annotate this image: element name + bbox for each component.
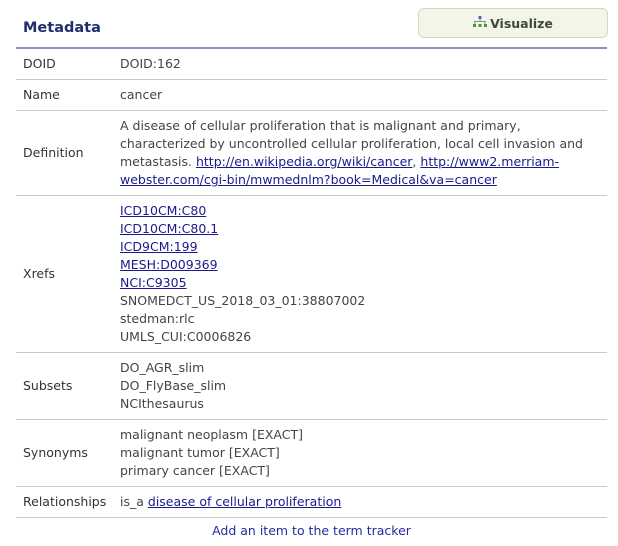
xref-link[interactable]: MESH:D009369 (120, 257, 218, 272)
xref-link[interactable]: ICD10CM:C80 (120, 203, 206, 218)
doid-value: DOID:162 (120, 49, 607, 80)
synonym-item: malignant neoplasm [EXACT] (120, 427, 303, 442)
relationships-value: is_a disease of cellular proliferation (120, 486, 607, 518)
definition-value: A disease of cellular proliferation that… (120, 110, 607, 196)
visualize-button[interactable]: Visualize (418, 8, 608, 38)
definition-separator: , (412, 154, 417, 169)
relationships-label: Relationships (16, 486, 120, 518)
subset-item: DO_AGR_slim (120, 360, 205, 375)
metadata-header: Metadata Visualize (16, 8, 608, 48)
relationship-type: is_a (120, 494, 144, 509)
xref-link[interactable]: ICD10CM:C80.1 (120, 221, 218, 236)
definition-link-wikipedia[interactable]: http://en.wikipedia.org/wiki/cancer (196, 154, 412, 169)
subsets-value: DO_AGR_slim DO_FlyBase_slim NCIthesaurus (120, 352, 607, 420)
hierarchy-icon (473, 15, 490, 31)
xref-link[interactable]: ICD9CM:199 (120, 239, 198, 254)
visualize-label: Visualize (490, 15, 553, 31)
xref-text: SNOMEDCT_US_2018_03_01:38807002 (120, 293, 366, 308)
row-xrefs: Xrefs ICD10CM:C80 ICD10CM:C80.1 ICD9CM:1… (16, 195, 607, 353)
synonyms-value: malignant neoplasm [EXACT] malignant tum… (120, 419, 607, 487)
synonyms-label: Synonyms (16, 419, 120, 487)
row-subsets: Subsets DO_AGR_slim DO_FlyBase_slim NCIt… (16, 352, 607, 420)
name-label: Name (16, 79, 120, 111)
row-doid: DOID DOID:162 (16, 49, 607, 80)
row-definition: Definition A disease of cellular prolife… (16, 110, 607, 196)
row-name: Name cancer (16, 79, 607, 111)
xref-text: stedman:rlc (120, 311, 195, 326)
subset-item: NCIthesaurus (120, 396, 204, 411)
doid-label: DOID (16, 49, 120, 80)
xref-text: UMLS_CUI:C0006826 (120, 329, 252, 344)
row-relationships: Relationships is_a disease of cellular p… (16, 486, 607, 518)
relationship-target-link[interactable]: disease of cellular proliferation (148, 494, 341, 509)
page-title: Metadata (23, 20, 101, 36)
row-synonyms: Synonyms malignant neoplasm [EXACT] mali… (16, 419, 607, 487)
subset-item: DO_FlyBase_slim (120, 378, 227, 393)
xrefs-value: ICD10CM:C80 ICD10CM:C80.1 ICD9CM:199 MES… (120, 195, 607, 353)
xrefs-label: Xrefs (16, 195, 120, 353)
synonym-item: malignant tumor [EXACT] (120, 445, 280, 460)
xref-link[interactable]: NCI:C9305 (120, 275, 187, 290)
term-tracker-link[interactable]: Add an item to the term tracker (16, 523, 607, 538)
subsets-label: Subsets (16, 352, 120, 420)
definition-label: Definition (16, 110, 120, 196)
name-value: cancer (120, 79, 607, 111)
metadata-table: DOID DOID:162 Name cancer Definition A d… (16, 49, 607, 518)
synonym-item: primary cancer [EXACT] (120, 463, 270, 478)
